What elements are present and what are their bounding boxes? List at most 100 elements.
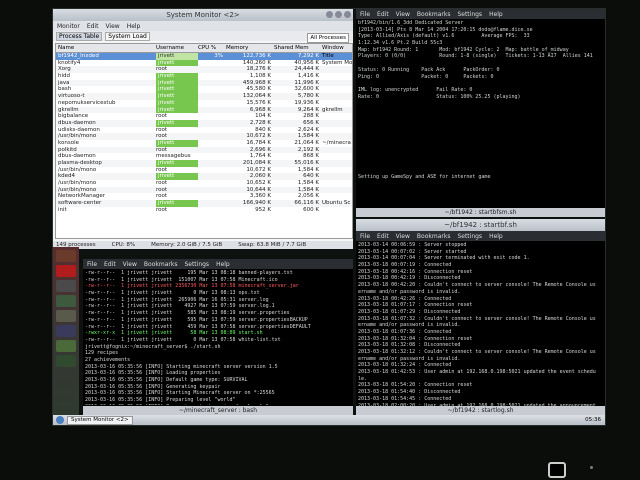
terminal-line: ername and/or password is invalid. <box>358 288 461 295</box>
log-terminal-titlebar[interactable]: ~/bf1942 : startbf.sh <box>356 219 605 231</box>
system-monitor-titlebar[interactable]: System Monitor <2> <box>53 9 353 21</box>
table-row[interactable]: Xorg root 18,276 K 24,444 K <box>56 66 352 74</box>
cell-user: jrivett <box>156 139 198 147</box>
cell-win: Ubuntu Sc <box>322 200 351 207</box>
menu-file[interactable]: File <box>360 233 370 240</box>
menu-bookmarks[interactable]: Bookmarks <box>417 233 451 240</box>
menu-settings[interactable]: Settings <box>457 11 482 18</box>
table-row[interactable]: plasma-desktop jrivett 201,084 K 55,016 K <box>56 160 352 167</box>
table-row[interactable]: udisks-daemon root 840 K 2,624 K <box>56 127 352 134</box>
mc-terminal-tab[interactable]: ~/minecraft_server : bash <box>83 406 353 415</box>
table-row[interactable]: bigbalance root 104 K 288 K <box>56 113 352 120</box>
minimize-icon[interactable] <box>326 11 333 18</box>
cell-name: dbus-daemon <box>58 153 96 160</box>
bf-terminal-output[interactable]: bf1942/bin/1.6_3dd Dedicated Server [2013… <box>356 19 605 208</box>
monitor-power-led <box>590 466 593 469</box>
terminal-line: 2013-03-18 01:07:29 : Disconnected <box>358 308 461 315</box>
table-row[interactable]: dbus-daemon jrivett 2,728 K 656 K <box>56 119 352 127</box>
table-row[interactable]: bash jrivett 45,580 K 32,600 K <box>56 86 352 94</box>
menu-edit[interactable]: Edit <box>104 261 116 268</box>
menu-edit[interactable]: Edit <box>377 11 389 18</box>
kickoff-menu-icon[interactable] <box>56 416 64 424</box>
menu-bookmarks[interactable]: Bookmarks <box>144 261 178 268</box>
bf1942-log-terminal[interactable]: ~/bf1942 : startbf.sh File Edit View Boo… <box>356 219 605 415</box>
cell-mem: 6,968 K <box>249 106 271 113</box>
menu-help[interactable]: Help <box>489 11 503 18</box>
minecraft-server-terminal[interactable]: File Edit View Bookmarks Settings Help -… <box>83 259 353 415</box>
menu-monitor[interactable]: Monitor <box>57 23 80 30</box>
menu-bookmarks[interactable]: Bookmarks <box>417 11 451 18</box>
table-row[interactable]: hidd jrivett 1,108 K 1,416 K <box>56 73 352 80</box>
table-row[interactable]: kded4 jrivett 2,060 K 640 K <box>56 173 352 181</box>
table-row[interactable]: virtuoso-t jrivett 132,064 K 5,780 K <box>56 93 352 100</box>
menu-file[interactable]: File <box>360 11 370 18</box>
cell-name: /usr/bin/mono <box>58 180 97 187</box>
menu-file[interactable]: File <box>87 261 97 268</box>
process-table[interactable]: Name Username CPU % Memory Shared Mem Wi… <box>55 43 353 239</box>
table-row[interactable]: nepomukservicestub jrivett 15,576 K 19,936 … <box>56 99 352 107</box>
tab-process-table[interactable]: Process Table <box>56 31 103 41</box>
cell-cpu <box>198 93 226 100</box>
terminal-line: 2013-03-18 01:32:08 : Disconnected <box>358 342 461 349</box>
terminal-line: Status: 0 Running Pack Ack PackOrder: 0 <box>358 66 500 73</box>
bf1942-server-terminal[interactable]: File Edit View Bookmarks Settings Help b… <box>356 9 605 217</box>
table-row[interactable]: bf1942_lnxded jrivett 3% 122,736 K 7,292 K <box>56 53 352 60</box>
cell-name: nepomukservicestub <box>58 99 116 106</box>
menu-help[interactable]: Help <box>127 23 141 30</box>
table-row[interactable]: dbus-daemon messagebus 1,764 K 868 K <box>56 153 352 160</box>
process-rows: bf1942_lnxded jrivett 3% 122,736 K 7,292 Kkn… <box>56 53 352 214</box>
table-row[interactable]: gkrellm jrivett 6,968 K 9,264 Kgkrellm <box>56 106 352 114</box>
table-row[interactable]: konsole jrivett 16,784 K 21,064 K ~/minecra <box>56 139 352 147</box>
table-row[interactable]: /usr/bin/mono root 10,672 K 1,584 K <box>56 167 352 174</box>
cell-cpu <box>198 187 226 194</box>
menu-edit[interactable]: Edit <box>87 23 99 30</box>
terminal-line: 2013-03-18 01:07:32 : Couldn't connect t… <box>358 315 596 322</box>
menu-help[interactable]: Help <box>489 233 503 240</box>
table-row[interactable]: software-center jrivett 166,940 K 66,116 KU… <box>56 200 352 207</box>
menu-view[interactable]: View <box>396 233 410 240</box>
taskbar-clock: 05:36 <box>585 417 601 423</box>
table-row[interactable]: /usr/bin/mono root 10,672 K 1,584 K <box>56 133 352 140</box>
cell-win <box>322 53 352 60</box>
system-monitor-window[interactable]: System Monitor <2> Monitor Edit View Hel… <box>53 9 353 249</box>
table-row[interactable]: /usr/bin/mono root 10,644 K 1,584 K <box>56 186 352 194</box>
table-row[interactable]: init root 952 K 600 K <box>56 207 352 214</box>
log-terminal-tab[interactable]: ~/bf1942 : startlog.sh <box>356 406 605 415</box>
bf-terminal-tab[interactable]: ~/bf1942 : startbfsm.sh <box>356 208 605 217</box>
table-row[interactable]: NetworkManager root 3,360 K 2,056 K <box>56 193 352 200</box>
process-filter-dropdown[interactable]: All Processes <box>307 33 349 43</box>
cell-cpu <box>198 100 226 107</box>
table-row[interactable]: polkitd root 2,696 K 2,192 K <box>56 146 352 154</box>
cell-win: ~/minecra <box>322 139 351 146</box>
menu-view[interactable]: View <box>123 261 137 268</box>
log-terminal-output[interactable]: 2013-03-14 00:06:59 : Server stopped 2013… <box>356 241 605 407</box>
menu-view[interactable]: View <box>105 23 119 30</box>
menu-settings[interactable]: Settings <box>184 261 209 268</box>
table-row[interactable]: /usr/bin/mono root 10,652 K 1,584 K <box>56 180 352 187</box>
maximize-icon[interactable] <box>335 11 342 18</box>
cell-cpu <box>198 86 226 93</box>
cell-mem: 459,968 K <box>242 79 271 86</box>
menu-help[interactable]: Help <box>216 261 230 268</box>
menu-view[interactable]: View <box>396 11 410 18</box>
taskbar-task-system-monitor[interactable]: System Monitor <2> <box>67 415 133 425</box>
cell-cpu <box>198 193 226 200</box>
terminal-line: -rw-r--r-- 1 jrivett jrivett 0 Mar 13 07… <box>85 336 281 343</box>
menu-settings[interactable]: Settings <box>457 233 482 240</box>
cell-cpu <box>198 113 226 120</box>
terminal-line: Setting up GameSpy and ASE for internet … <box>358 173 491 180</box>
menu-edit[interactable]: Edit <box>377 233 389 240</box>
mc-terminal-output[interactable]: -rw-r--r-- 1 jrivett jrivett 195 Mar 13 … <box>83 269 353 405</box>
cell-name: polkitd <box>58 146 77 153</box>
table-row[interactable]: java jrivett 459,968 K 11,996 K <box>56 79 352 87</box>
table-row[interactable]: knotify4 jrivett 140,260 K 40,956 K System M… <box>56 59 352 67</box>
process-table-header: Name Username CPU % Memory Shared Mem Wi… <box>56 44 352 59</box>
tab-system-load[interactable]: System Load <box>105 31 150 41</box>
cell-shared: 19,936 K <box>294 99 319 106</box>
close-icon[interactable] <box>344 11 351 18</box>
cell-win <box>322 187 352 194</box>
